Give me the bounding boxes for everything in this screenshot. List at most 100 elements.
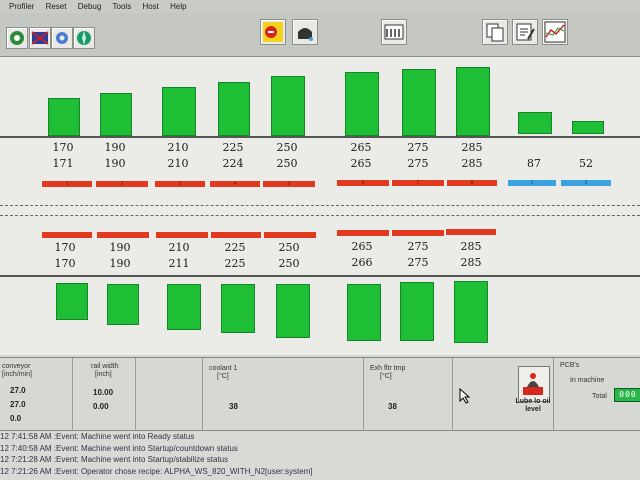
bottom-conveyor-line [0,275,640,277]
bottom-zone-6-bar [347,284,381,341]
settings-button[interactable] [51,27,73,49]
top-zone-4-setpoint: 225 [222,141,244,154]
edit-icon [516,23,535,41]
lube-oil-button[interactable] [292,19,318,45]
bottom-zone-4-bar [221,284,255,333]
top-zone-5-actual: 250 [276,157,298,170]
empty-cell [136,358,203,430]
top-zone-6-setpoint: 265 [350,141,372,154]
power-switch-button[interactable] [260,19,286,45]
bottom-zone-1-bar [56,283,88,320]
bottom-zone-4-setpoint: 225 [224,241,246,254]
bottom-zone-4-actual: 225 [224,257,246,270]
top-zone-8-indicator: 8 [447,180,497,186]
top-zone-3-actual: 210 [167,157,189,170]
bottom-zone-6-actual: 266 [351,256,373,269]
total-label: Total [592,393,607,400]
mouse-cursor-icon [459,388,471,404]
exhaust-filter-label: Exh fltr tmp [370,365,406,372]
rail-line-lower [0,215,640,216]
menu-reset[interactable]: Reset [46,2,67,11]
bottom-zone-1-setpoint: 170 [54,241,76,254]
profile-icon [10,31,24,45]
fan-button[interactable] [73,27,95,49]
bottom-zone-6-setpoint: 265 [351,240,373,253]
top-zone-3-indicator: 3 [155,181,205,187]
rail-width-actual: 0.00 [93,402,109,411]
copy-button[interactable] [482,19,508,45]
event-log[interactable]: 12 7:41:58 AM :Event: Machine went into … [0,431,640,480]
conveyor-actual: 27.0 [10,400,26,409]
bottom-zone-4-indicator [211,232,261,238]
bottom-zone-7-bar [400,282,434,341]
top-zone-2-setpoint: 190 [104,141,126,154]
top-zone-1-actual: 171 [52,157,74,170]
menu-debug[interactable]: Debug [78,2,102,11]
edit-recipe-button[interactable] [512,19,538,45]
bottom-zone-3-setpoint: 210 [168,241,190,254]
bottom-zone-5-actual: 250 [278,257,300,270]
top-zone-2-indicator: 2 [96,181,148,187]
menu-bar: Profiler Reset Debug Tools Host Help [0,0,640,13]
exhaust-filter-cell: Exh fltr tmp [°C] 38 [364,358,453,430]
top-zone-1-bar [48,98,80,136]
top-zone-5-bar [271,76,305,136]
oven-icon [384,24,404,40]
bottom-zone-6-indicator [337,230,389,236]
top-zone-2-bar [100,93,132,136]
oven-view-button[interactable] [381,19,407,45]
log-entry: 12 7:41:58 AM :Event: Machine went into … [0,432,195,441]
conveyor-unit: [inch/min] [2,371,32,378]
top-zone-3-bar [162,87,196,136]
top-zone-5-indicator: 5 [263,181,315,187]
top-zone-7-indicator: 7 [392,180,444,186]
lube-oil-status-button[interactable] [518,366,550,402]
bottom-zone-8-indicator [446,229,496,235]
chart-button[interactable] [542,19,568,45]
coolant-value: 38 [229,402,238,411]
top-conveyor-line [0,136,640,138]
log-entry: 12 7:40:58 AM :Event: Machine went into … [0,443,238,453]
bottom-zone-7-indicator [392,230,444,236]
top-zone-7-setpoint: 275 [407,141,429,154]
log-entry: 12 7:21:28 AM :Event: Machine went into … [0,455,229,464]
cool-zone-2-value: 52 [579,157,593,170]
top-zone-2-actual: 190 [104,157,126,170]
cool-zone-1-bar [518,112,552,134]
top-zone-7-bar [402,69,436,136]
copy-icon [486,23,504,42]
flag-button[interactable] [29,27,51,49]
cool-zone-1-indicator: 1 [508,180,556,186]
bottom-zone-8-actual: 285 [460,256,482,269]
cool-zone-1-value: 87 [527,157,541,170]
top-zone-5-setpoint: 250 [276,141,298,154]
conveyor-setpoint: 27.0 [10,386,26,395]
in-machine-label: In machine [570,377,605,384]
oil-can-icon [298,28,313,41]
bottom-zone-8-bar [454,281,488,343]
top-zone-8-setpoint: 285 [461,141,483,154]
menu-profiler[interactable]: Profiler [9,2,34,11]
coolant-cell: coolant 1 [°C] 38 [203,358,364,430]
bottom-zone-3-indicator [156,232,208,238]
menu-host[interactable]: Host [142,2,158,11]
bottom-zone-2-indicator [97,232,149,238]
menu-help[interactable]: Help [170,2,186,11]
exhaust-filter-unit: [°C] [380,373,392,380]
profiler-button[interactable] [6,27,28,49]
top-zone-8-bar [456,67,490,136]
oil-can-icon [523,373,543,395]
top-zone-4-indicator: 4 [210,181,260,187]
top-zone-4-bar [218,82,250,136]
top-zone-8-actual: 285 [461,157,483,170]
toolbar [0,13,640,57]
bottom-zone-7-actual: 275 [407,256,429,269]
top-zone-6-indicator: 6 [337,180,389,186]
flag-icon [31,31,49,45]
top-zone-1-indicator: 1 [42,181,92,187]
bottom-zone-2-bar [107,284,139,325]
top-zone-6-bar [345,72,379,136]
menu-tools[interactable]: Tools [113,2,132,11]
bottom-zone-7-setpoint: 275 [407,240,429,253]
conveyor-deviation: 0.0 [10,414,22,423]
